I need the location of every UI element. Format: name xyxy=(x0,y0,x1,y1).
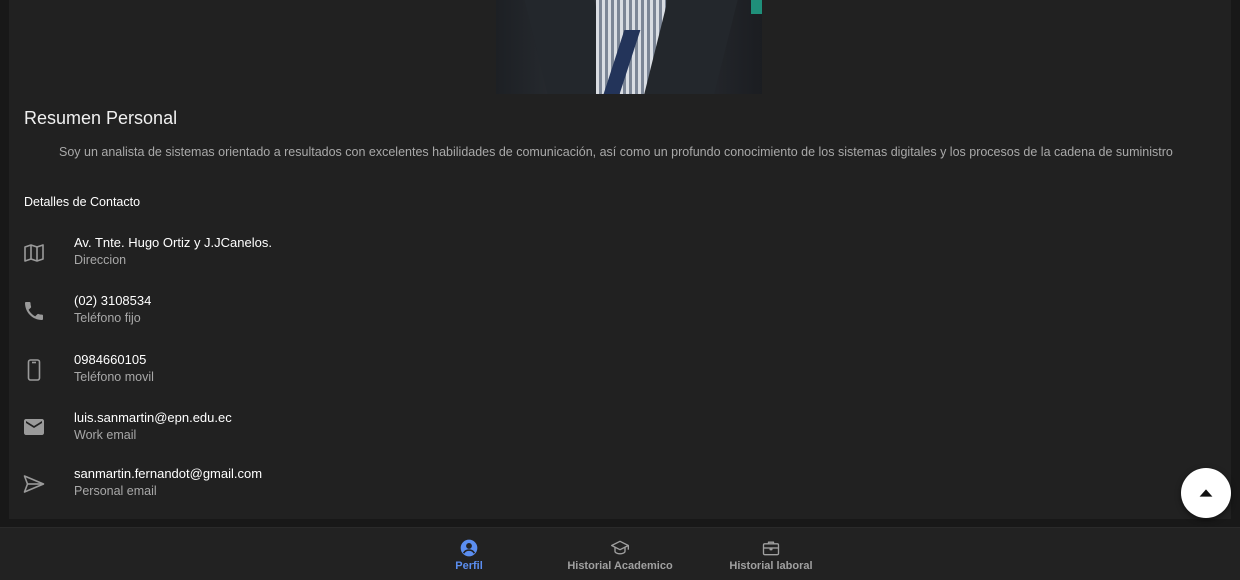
nav-label-perfil: Perfil xyxy=(455,560,483,572)
send-icon xyxy=(22,472,46,496)
arrow-up-icon xyxy=(1199,489,1213,497)
mail-icon xyxy=(22,415,46,439)
contact-item-mobile: 0984660105 Teléfono movil xyxy=(0,352,700,396)
phone-icon xyxy=(22,299,46,323)
nav-label-historial-laboral: Historial laboral xyxy=(729,560,813,572)
landline-value: (02) 3108534 xyxy=(74,293,152,308)
contact-details-title: Detalles de Contacto xyxy=(24,195,141,209)
work-email-label: Work email xyxy=(74,428,137,442)
account-circle-icon xyxy=(459,538,479,558)
nav-item-perfil[interactable]: Perfil xyxy=(430,528,508,580)
contact-item-address: Av. Tnte. Hugo Ortiz y J.JCanelos. Direc… xyxy=(0,235,700,279)
address-value: Av. Tnte. Hugo Ortiz y J.JCanelos. xyxy=(74,235,272,250)
mobile-label: Teléfono movil xyxy=(74,370,154,384)
bottom-navigation: Perfil Historial Academico Historial lab… xyxy=(0,527,1240,580)
work-email-value: luis.sanmartin@epn.edu.ec xyxy=(74,410,232,425)
address-label: Direccion xyxy=(74,253,127,267)
summary-title: Resumen Personal xyxy=(24,108,178,128)
personal-email-value: sanmartin.fernandot@gmail.com xyxy=(74,466,263,481)
landline-label: Teléfono fijo xyxy=(74,311,141,325)
school-icon xyxy=(610,538,630,558)
contact-item-work-email: luis.sanmartin@epn.edu.ec Work email xyxy=(0,410,700,454)
nav-item-historial-laboral[interactable]: Historial laboral xyxy=(722,528,820,580)
profile-photo xyxy=(496,0,762,94)
nav-label-historial-academico: Historial Academico xyxy=(567,560,673,572)
mobile-value: 0984660105 xyxy=(74,352,147,367)
contact-item-landline: (02) 3108534 Teléfono fijo xyxy=(0,293,700,337)
briefcase-icon xyxy=(761,538,781,558)
scroll-to-top-button[interactable] xyxy=(1181,468,1231,518)
personal-email-label: Personal email xyxy=(74,484,157,498)
contact-item-personal-email: sanmartin.fernandot@gmail.com Personal e… xyxy=(0,466,700,510)
smartphone-icon xyxy=(22,358,46,382)
summary-text: Soy un analista de sistemas orientado a … xyxy=(59,145,1173,159)
map-icon xyxy=(22,241,46,265)
nav-item-historial-academico[interactable]: Historial Academico xyxy=(560,528,680,580)
